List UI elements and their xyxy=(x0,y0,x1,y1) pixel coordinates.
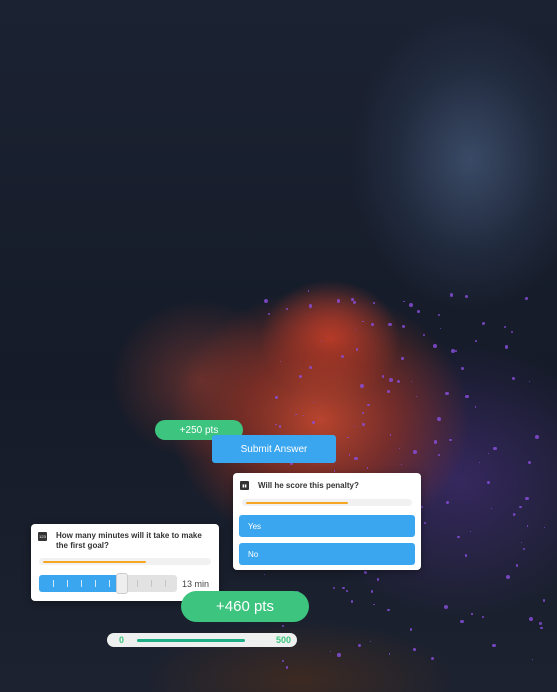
slider-tick xyxy=(67,580,68,587)
slider-tick xyxy=(137,580,138,587)
slider-tick xyxy=(109,580,110,587)
minutes-slider[interactable] xyxy=(39,575,177,592)
slider-tick xyxy=(151,580,152,587)
minutes-question-card: 123 How many minutes will it take to mak… xyxy=(31,524,219,601)
score-fill xyxy=(137,639,245,642)
score-bar: 0 500 xyxy=(107,633,297,647)
question-progress xyxy=(39,558,211,565)
slider-tick xyxy=(95,580,96,587)
slider-tick xyxy=(165,580,166,587)
question-text: How many minutes will it take to make th… xyxy=(56,531,202,550)
slider-tick xyxy=(81,580,82,587)
score-max: 500 xyxy=(275,635,291,645)
slider-handle[interactable] xyxy=(115,573,128,594)
option-yes-button[interactable]: Yes xyxy=(239,515,415,537)
score-min: 0 xyxy=(119,635,125,645)
chart-icon: ▮▮ xyxy=(240,481,249,490)
option-no-button[interactable]: No xyxy=(239,543,415,565)
penalty-question-card: ▮▮ Will he score this penalty? Yes No xyxy=(233,473,421,570)
number-icon: 123 xyxy=(38,532,47,541)
question-progress xyxy=(242,499,412,506)
slider-value: 13 min xyxy=(182,579,210,589)
points-badge-large: +460 pts xyxy=(181,591,309,622)
slider-tick xyxy=(53,580,54,587)
question-text: Will he score this penalty? xyxy=(258,481,359,490)
submit-answer-button[interactable]: Submit Answer xyxy=(212,435,336,463)
